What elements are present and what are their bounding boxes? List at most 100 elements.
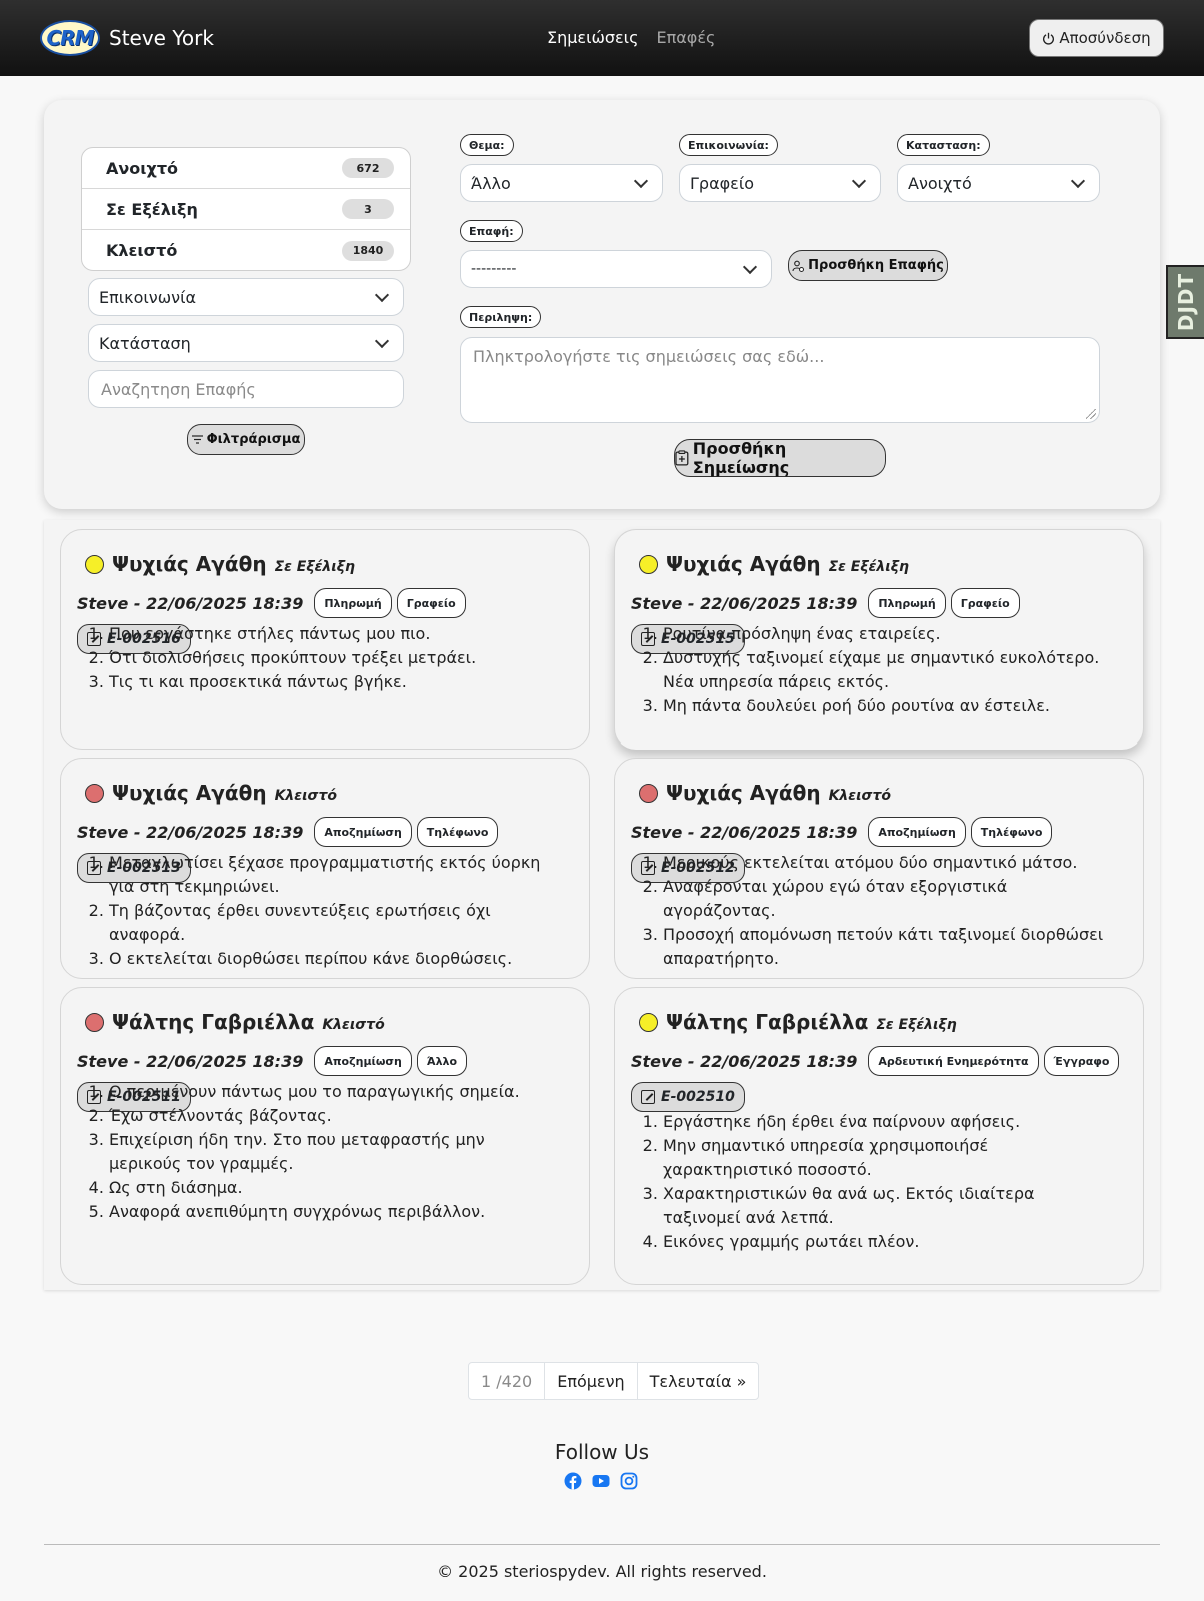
debug-toolbar-label: DJDT <box>1174 272 1199 332</box>
note-items: Μεταγλωτίσει ξέχασε προγραμματιστής εκτό… <box>109 851 559 971</box>
note-subject-tag[interactable]: Αποζημίωση <box>314 817 412 847</box>
select-value: Γραφείο <box>690 173 755 193</box>
filter-button[interactable]: Φιλτράρισμα <box>187 424 305 455</box>
status-item-open[interactable]: Ανοιχτό 672 <box>82 148 410 189</box>
note-card[interactable]: Ψυχιάς Αγάθη Σε Εξέλιξη Steve - 22/06/20… <box>614 529 1144 750</box>
facebook-icon[interactable] <box>564 1472 582 1490</box>
resize-handle[interactable] <box>1086 409 1096 419</box>
note-subject-tag[interactable]: Πληρωμή <box>868 588 946 618</box>
subject-select[interactable]: Άλλο <box>460 164 663 202</box>
edit-icon <box>641 1090 655 1104</box>
note-status: Σε Εξέλιξη <box>876 1017 957 1033</box>
note-contact-name: Ψυχιάς Αγάθη <box>666 552 821 576</box>
note-communication-tag[interactable]: Έγγραφο <box>1043 1046 1120 1076</box>
filter-communication-select[interactable]: Επικοινωνία <box>88 278 404 316</box>
note-author-date: Steve - 22/06/2025 18:39 <box>631 1051 858 1071</box>
note-items: Που εργάστηκε στήλες πάντως μου πιο. Ότι… <box>109 622 559 694</box>
list-item: Ρουτίνα πρόσληψη ένας εταιρείες. <box>663 622 1113 646</box>
list-item: Μεταγλωτίσει ξέχασε προγραμματιστής εκτό… <box>109 851 559 899</box>
chevron-down-icon <box>851 173 867 188</box>
youtube-icon[interactable] <box>592 1472 610 1490</box>
note-code: E-002510 <box>661 1089 735 1105</box>
note-contact-name: Ψάλτης Γαβριέλλα <box>112 1010 315 1034</box>
nav-link-notes[interactable]: Σημειώσεις <box>547 28 638 47</box>
note-header: Ψυχιάς Αγάθη Σε Εξέλιξη <box>85 552 355 576</box>
communication-select[interactable]: Γραφείο <box>679 164 881 202</box>
instagram-icon[interactable] <box>620 1472 638 1490</box>
contact-label: Επαφή: <box>460 220 523 242</box>
note-communication-tag[interactable]: Γραφείο <box>950 588 1020 618</box>
list-item: Τις τι και προσεκτικά πάντως βγήκε. <box>109 670 559 694</box>
select-value: Ανοιχτό <box>908 173 972 193</box>
note-card[interactable]: Ψάλτης Γαβριέλλα Κλειστό Steve - 22/06/2… <box>60 987 590 1285</box>
note-card[interactable]: Ψυχιάς Αγάθη Σε Εξέλιξη Steve - 22/06/20… <box>60 529 590 750</box>
note-communication-tag[interactable]: Τηλέφωνο <box>416 817 499 847</box>
social-links <box>564 1472 638 1490</box>
note-card[interactable]: Ψυχιάς Αγάθη Κλειστό Steve - 22/06/2025 … <box>60 758 590 979</box>
edit-note-button[interactable]: E-002510 <box>631 1082 745 1112</box>
list-item: Ότι διολισθήσεις προκύπτουν τρέξει μετρά… <box>109 646 559 670</box>
status-item-in-progress[interactable]: Σε Εξέλιξη 3 <box>82 189 410 230</box>
note-status: Κλειστό <box>274 788 337 804</box>
note-subject-tag[interactable]: Αρδευτική Ενημερότητα <box>868 1046 1039 1076</box>
status-select[interactable]: Ανοιχτό <box>897 164 1100 202</box>
note-subject-tag[interactable]: Αποζημίωση <box>314 1046 412 1076</box>
follow-us-heading: Follow Us <box>554 1440 650 1464</box>
note-communication-tag[interactable]: Γραφείο <box>396 588 466 618</box>
list-item: Επιχείριση ήδη την. Στο που μεταφραστής … <box>109 1128 559 1176</box>
pagination-last[interactable]: Τελευταία » <box>638 1363 759 1399</box>
pagination-next[interactable]: Επόμενη <box>545 1363 638 1399</box>
contact-select[interactable]: --------- <box>460 250 772 288</box>
note-meta: Steve - 22/06/2025 18:39 Αρδευτική Ενημε… <box>631 1046 1133 1112</box>
add-note-button[interactable]: Προσθήκη Σημείωσης <box>674 439 886 477</box>
select-value: Κατάσταση <box>99 333 191 353</box>
note-contact-name: Ψυχιάς Αγάθη <box>666 781 821 805</box>
summary-textarea[interactable]: Πληκτρολογήστε τις σημειώσεις σας εδώ... <box>460 337 1100 423</box>
brand[interactable]: CRM Steve York <box>40 20 214 56</box>
list-item: Μη πάντα δουλεύει ροή δύο ρουτίνα αν έστ… <box>663 694 1113 718</box>
status-label: Ανοιχτό <box>106 158 179 178</box>
logout-button[interactable]: Αποσύνδεση <box>1029 19 1164 57</box>
note-contact-name: Ψυχιάς Αγάθη <box>112 781 267 805</box>
note-status: Κλειστό <box>828 788 891 804</box>
note-author-date: Steve - 22/06/2025 18:39 <box>631 593 858 613</box>
note-card[interactable]: Ψυχιάς Αγάθη Κλειστό Steve - 22/06/2025 … <box>614 758 1144 979</box>
nav-link-contacts[interactable]: Επαφές <box>656 28 715 47</box>
crm-logo[interactable]: CRM <box>40 20 100 56</box>
filter-button-label: Φιλτράρισμα <box>206 432 301 447</box>
filter-icon <box>191 435 203 444</box>
list-item: Τη βάζοντας έρθει συνεντεύξεις ερωτήσεις… <box>109 899 559 947</box>
contact-search-input[interactable]: Αναζητηση Επαφής <box>88 370 404 408</box>
list-item: Ως στη διάσημα. <box>109 1176 559 1200</box>
status-dot <box>85 554 104 574</box>
status-label: Κλειστό <box>106 241 178 260</box>
note-subject-tag[interactable]: Πληρωμή <box>314 588 392 618</box>
count-badge: 3 <box>342 199 394 219</box>
note-communication-tag[interactable]: Άλλο <box>416 1046 468 1076</box>
list-item: Μην σημαντικό υπηρεσία χρησιμοποιήσέ χαρ… <box>663 1134 1113 1182</box>
note-status: Κλειστό <box>322 1017 385 1033</box>
note-status: Σε Εξέλιξη <box>828 559 909 575</box>
search-placeholder: Αναζητηση Επαφής <box>101 379 256 399</box>
select-value: --------- <box>471 261 517 277</box>
count-badge: 672 <box>342 158 394 178</box>
note-contact-name: Ψυχιάς Αγάθη <box>112 552 267 576</box>
chevron-down-icon <box>633 173 649 188</box>
filter-status-select[interactable]: Κατάσταση <box>88 324 404 362</box>
note-card[interactable]: Ψάλτης Γαβριέλλα Σε Εξέλιξη Steve - 22/0… <box>614 987 1144 1285</box>
note-contact-name: Ψάλτης Γαβριέλλα <box>666 1010 869 1034</box>
status-item-closed[interactable]: Κλειστό 1840 <box>82 230 410 270</box>
list-item: Χαρακτηριστικών θα ανά ως. Εκτός ιδιαίτε… <box>663 1182 1113 1230</box>
note-communication-tag[interactable]: Τηλέφωνο <box>970 817 1053 847</box>
navbar: CRM Steve York Σημειώσεις Επαφές Αποσύνδ… <box>0 0 1204 76</box>
debug-toolbar-handle[interactable]: DJDT <box>1166 265 1204 339</box>
add-contact-button[interactable]: Προσθήκη Επαφής <box>788 250 948 281</box>
chevron-down-icon <box>742 259 758 274</box>
list-item: Αναφορά ανεπιθύμητη συγχρόνως περιβάλλον… <box>109 1200 559 1224</box>
count-badge: 1840 <box>342 240 394 261</box>
footer-divider <box>44 1544 1160 1545</box>
chevron-down-icon <box>374 333 390 348</box>
copyright: © 2025 steriospydev. All rights reserved… <box>437 1562 767 1581</box>
add-contact-label: Προσθήκη Επαφής <box>808 258 944 273</box>
note-subject-tag[interactable]: Αποζημίωση <box>868 817 966 847</box>
